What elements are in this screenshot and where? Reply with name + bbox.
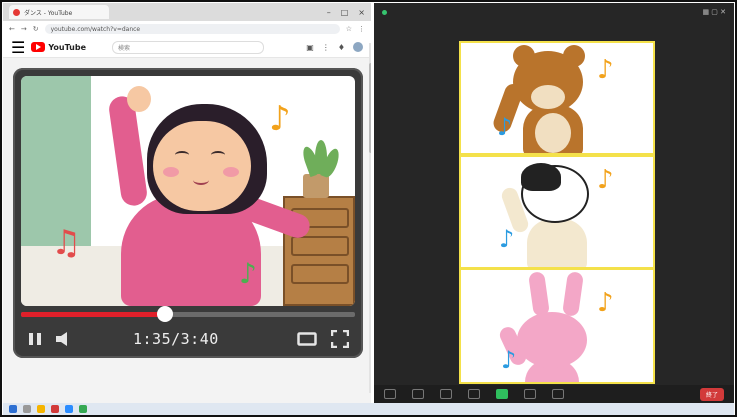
youtube-header: ☰ YouTube 検索 ▣ ⋮ ♦ bbox=[3, 37, 371, 58]
volume-icon[interactable] bbox=[55, 331, 73, 347]
share-screen-icon[interactable] bbox=[496, 389, 508, 399]
hamburger-icon[interactable]: ☰ bbox=[11, 38, 25, 57]
theater-mode-icon[interactable] bbox=[297, 332, 317, 346]
cabinet-drawer bbox=[291, 264, 349, 284]
minimize-icon[interactable]: – bbox=[327, 8, 331, 17]
music-note-icon: ♪ bbox=[239, 257, 257, 290]
window-controls: – □ × bbox=[327, 8, 365, 17]
menu-icon[interactable]: ⋮ bbox=[358, 25, 365, 33]
bear-snout bbox=[531, 85, 565, 109]
progress-bar-fill bbox=[21, 312, 166, 317]
time-display: 1:35/3:40 bbox=[133, 330, 219, 348]
avatar[interactable] bbox=[353, 42, 363, 52]
music-note-icon: ♪ bbox=[497, 113, 513, 141]
youtube-favicon-icon bbox=[13, 8, 20, 16]
start-icon[interactable] bbox=[9, 405, 17, 413]
music-note-icon: ♪ bbox=[501, 346, 517, 374]
youtube-play-icon bbox=[31, 42, 46, 52]
rabbit-ear bbox=[562, 271, 584, 317]
girl-eye bbox=[211, 151, 225, 159]
call-toolbar: 終了 bbox=[374, 385, 734, 403]
taskbar bbox=[3, 403, 734, 415]
maximize-icon[interactable]: □ bbox=[341, 8, 349, 17]
apps-icon[interactable]: ⋮ bbox=[322, 43, 330, 52]
close-icon[interactable]: × bbox=[358, 8, 365, 17]
music-note-icon: ♪ bbox=[597, 55, 614, 85]
browser-icon[interactable] bbox=[51, 405, 59, 413]
browser-window: ダンス - YouTube – □ × ← → ↻ youtube.com/wa… bbox=[3, 3, 371, 403]
chat-icon[interactable] bbox=[468, 389, 480, 399]
girl-raised-arm bbox=[107, 94, 149, 208]
record-icon[interactable] bbox=[524, 389, 536, 399]
participants-icon[interactable] bbox=[440, 389, 452, 399]
participant-tile-cat[interactable]: ♪ ♪ bbox=[459, 155, 655, 269]
search-placeholder: 検索 bbox=[118, 44, 131, 52]
rabbit-ear bbox=[528, 271, 550, 317]
player-right-controls bbox=[297, 330, 349, 348]
girl-mouth bbox=[193, 175, 209, 185]
girl-fist bbox=[127, 86, 151, 112]
browser-tab[interactable]: ダンス - YouTube bbox=[9, 5, 109, 19]
video-camera-icon[interactable] bbox=[412, 389, 424, 399]
girl-cheek bbox=[223, 167, 239, 177]
pause-icon[interactable] bbox=[27, 331, 43, 347]
player-controls: 1:35/3:40 bbox=[13, 320, 363, 358]
star-icon[interactable]: ☆ bbox=[346, 25, 352, 33]
video-player[interactable]: ♪ ♫ ♪ 1:35/3:40 bbox=[13, 68, 363, 358]
page-scrollbar[interactable] bbox=[369, 43, 371, 393]
youtube-logo[interactable]: YouTube bbox=[31, 42, 86, 52]
rabbit-head bbox=[517, 312, 587, 368]
mute-icon[interactable] bbox=[384, 389, 396, 399]
music-note-icon: ♪ bbox=[597, 288, 614, 318]
video-call-icon[interactable] bbox=[65, 405, 73, 413]
cat-body bbox=[527, 219, 587, 267]
tab-title: ダンス - YouTube bbox=[24, 9, 73, 17]
bear-belly bbox=[535, 113, 571, 153]
connection-status-icon bbox=[382, 9, 387, 15]
music-note-icon: ♪ bbox=[597, 165, 614, 195]
search-icon[interactable] bbox=[23, 405, 31, 413]
progress-bar[interactable] bbox=[21, 306, 355, 322]
reload-icon[interactable]: ↻ bbox=[33, 25, 39, 33]
music-note-icon: ♪ bbox=[269, 99, 291, 139]
app-icon[interactable] bbox=[79, 405, 87, 413]
address-bar: ← → ↻ youtube.com/watch?v=dance ☆ ⋮ bbox=[3, 21, 371, 37]
search-input[interactable]: 検索 bbox=[112, 40, 265, 54]
call-topbar: ▦ ▢ ✕ bbox=[374, 3, 734, 21]
music-note-icon: ♪ bbox=[499, 225, 515, 253]
girl-cheek bbox=[163, 167, 179, 177]
forward-icon[interactable]: → bbox=[21, 25, 27, 33]
end-call-button[interactable]: 終了 bbox=[699, 387, 724, 401]
participant-tile-bear[interactable]: ♪ ♪ bbox=[459, 41, 655, 155]
girl-eye bbox=[175, 151, 189, 159]
youtube-header-icons: ▣ ⋮ ♦ bbox=[306, 42, 363, 52]
youtube-logo-text: YouTube bbox=[48, 42, 87, 52]
reactions-icon[interactable] bbox=[552, 389, 564, 399]
video-call-window: ▦ ▢ ✕ ♪ ♪ ♪ ♪ ♪ ♪ 終了 bbox=[374, 3, 734, 403]
back-icon[interactable]: ← bbox=[9, 25, 15, 33]
cat-patch bbox=[521, 163, 561, 191]
scrollbar-thumb[interactable] bbox=[369, 63, 371, 153]
participant-tile-rabbit[interactable]: ♪ ♪ bbox=[459, 268, 655, 384]
plant-pot bbox=[303, 174, 329, 198]
browser-tabbar: ダンス - YouTube – □ × bbox=[3, 3, 371, 21]
bell-icon[interactable]: ♦ bbox=[338, 43, 345, 52]
fullscreen-icon[interactable] bbox=[331, 330, 349, 348]
music-note-icon: ♫ bbox=[51, 223, 82, 263]
cabinet-drawer bbox=[291, 236, 349, 256]
upload-icon[interactable]: ▣ bbox=[306, 43, 314, 52]
girl-face bbox=[153, 121, 251, 211]
video-frame-illustration[interactable]: ♪ ♫ ♪ bbox=[21, 76, 355, 306]
url-text: youtube.com/watch?v=dance bbox=[50, 25, 141, 33]
url-field[interactable]: youtube.com/watch?v=dance bbox=[44, 24, 340, 34]
folder-icon[interactable] bbox=[37, 405, 45, 413]
view-toggle-icon[interactable]: ▦ ▢ ✕ bbox=[702, 8, 726, 16]
